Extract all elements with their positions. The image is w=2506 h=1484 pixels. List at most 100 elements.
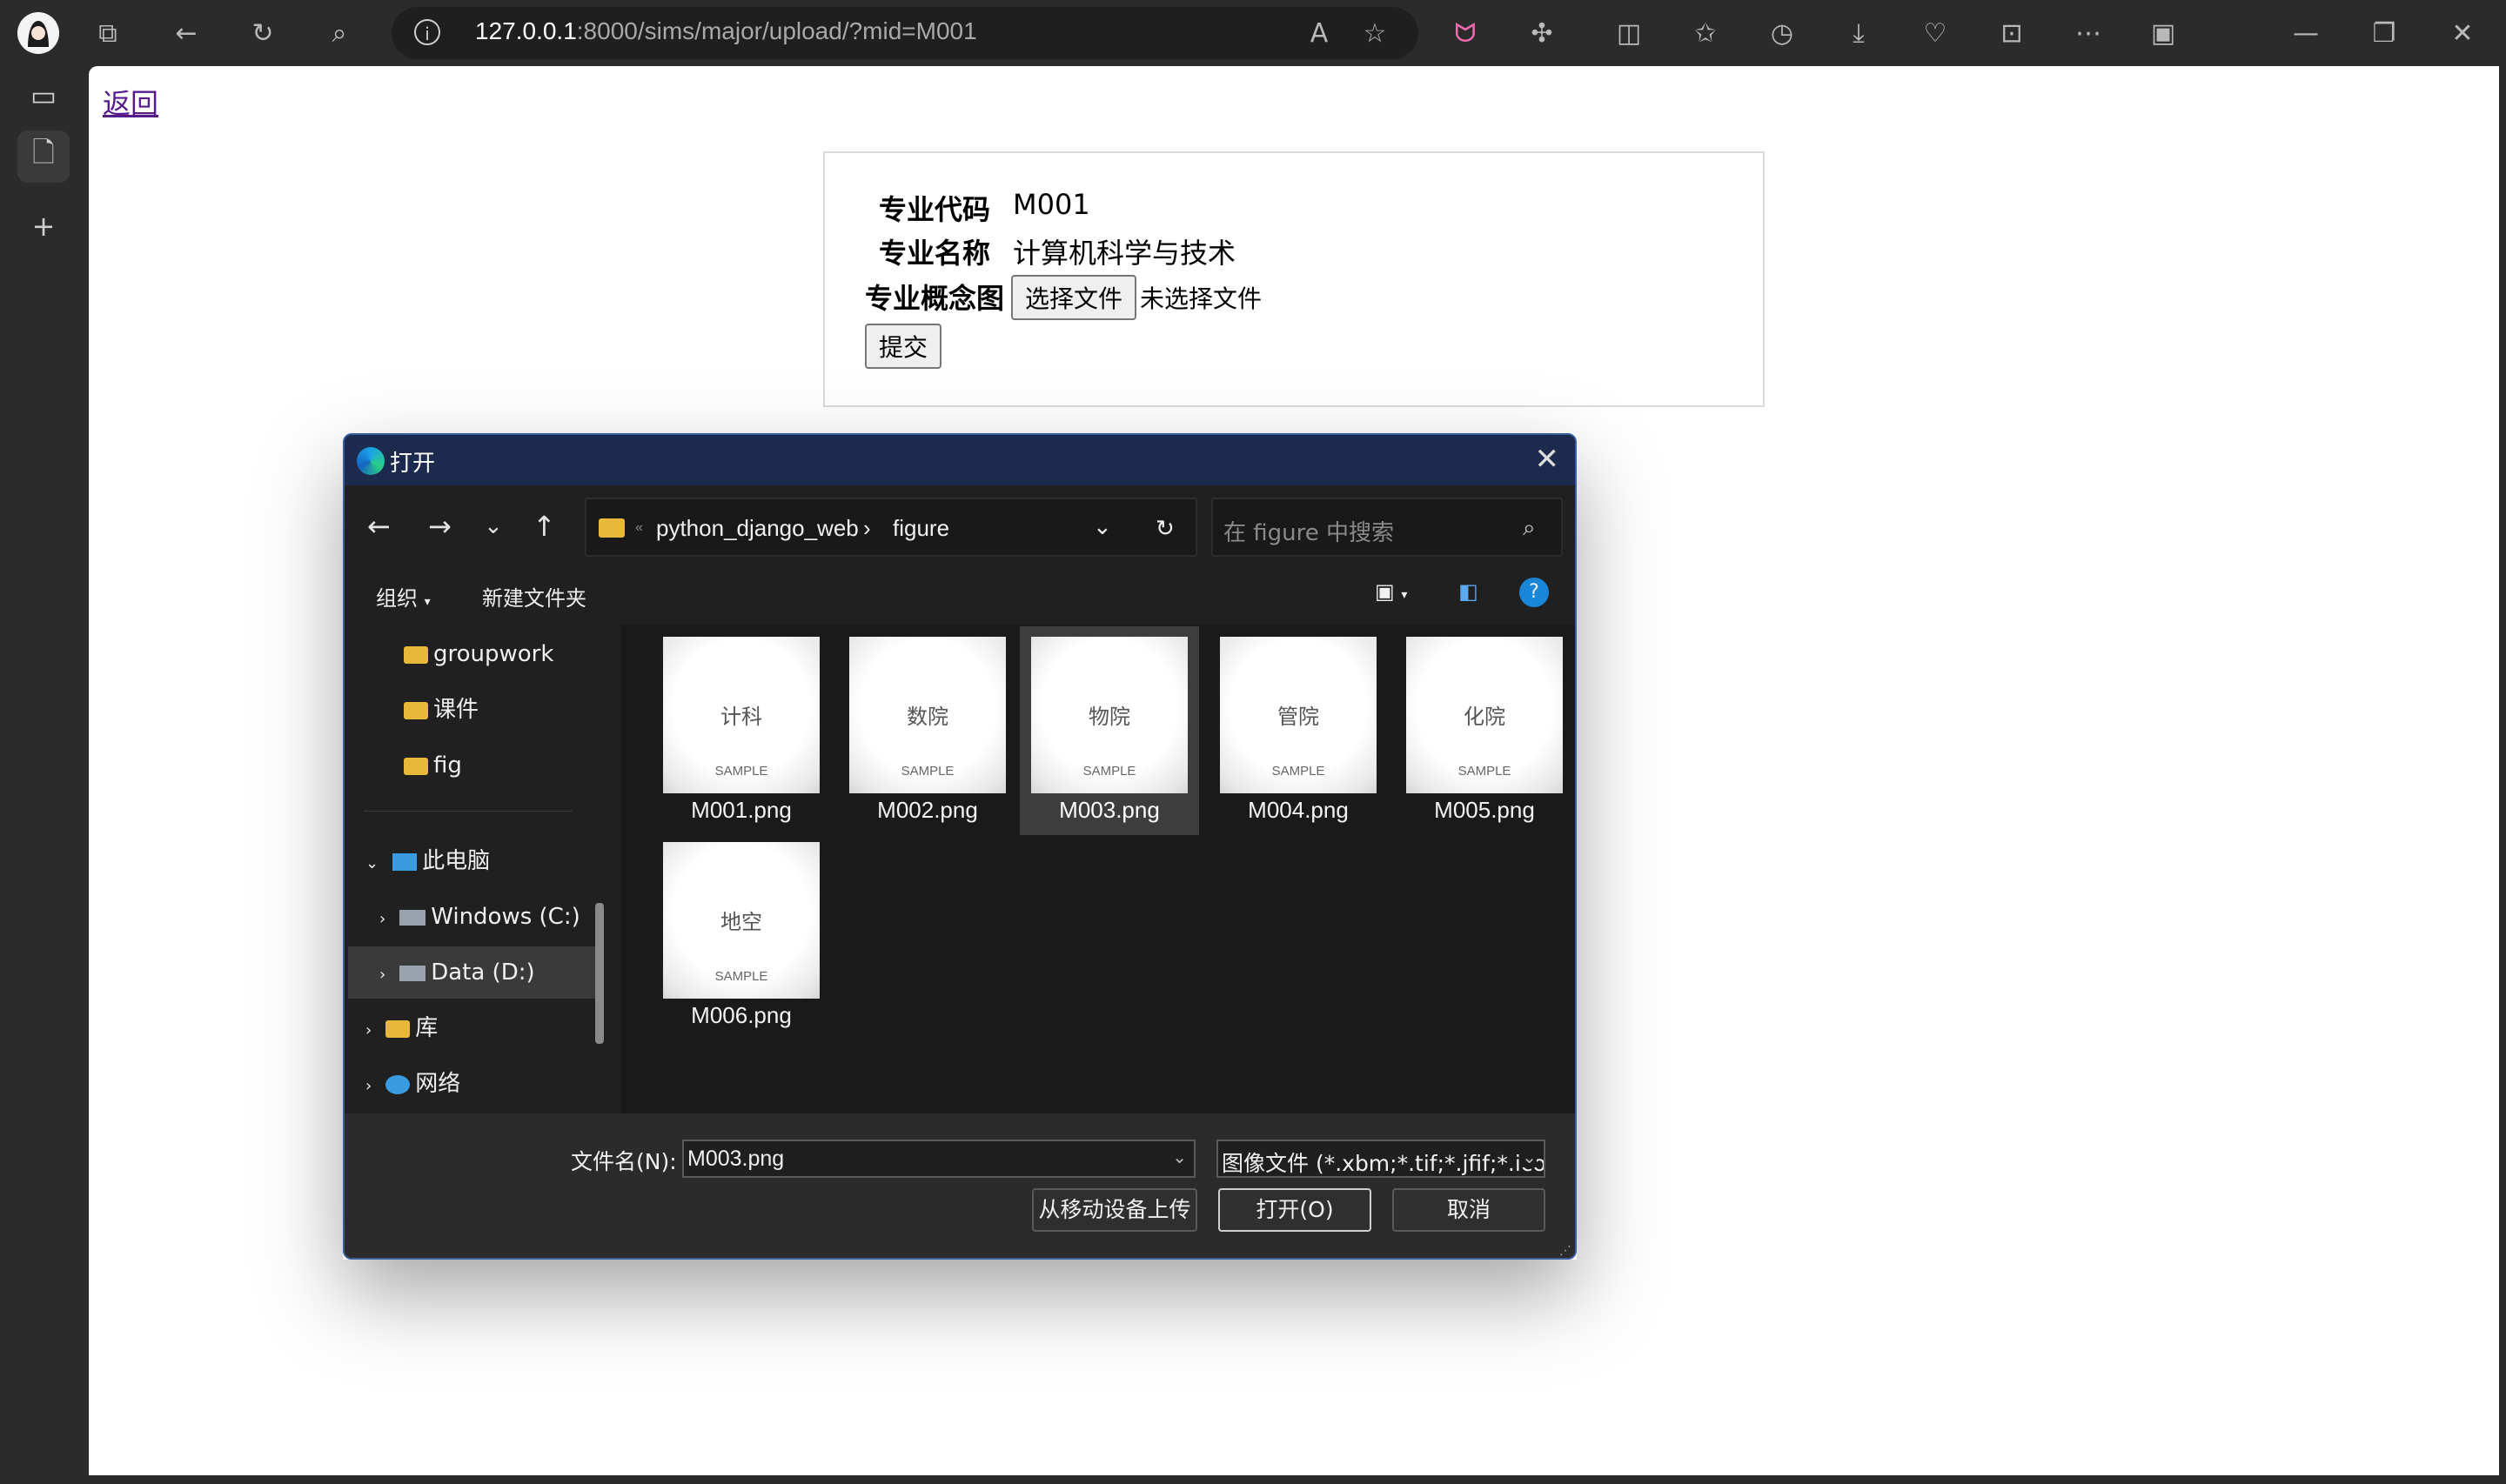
screenshot-icon[interactable]: ⊡ [1996,17,2027,49]
split-screen-icon[interactable]: ◫ [1613,17,1645,49]
path-dropdown-icon[interactable]: ⌄ [1093,513,1112,540]
extension-cat-icon[interactable]: ᗢ [1450,17,1481,49]
filename-input[interactable]: M003.png ⌄ [682,1140,1196,1178]
favorite-star-icon[interactable]: ☆ [1359,17,1390,49]
nav-this-pc[interactable]: ⌄ 此电脑 [365,835,490,887]
filetype-dropdown-icon[interactable]: ⌄ [1522,1146,1537,1167]
drive-icon [399,965,426,981]
search-icon[interactable]: ⌕ [1523,515,1536,542]
nav-scrollbar[interactable] [595,903,604,1044]
nav-back-icon[interactable]: ← [367,510,391,543]
image-row: 专业概念图 [865,277,1004,317]
extensions-icon[interactable]: ✣ [1526,17,1558,49]
nav-windows-c[interactable]: › Windows (C:) [379,891,580,943]
folder-icon [599,518,625,538]
back-icon[interactable]: ← [171,17,202,49]
favorites-icon[interactable]: ✩ [1690,17,1721,49]
browser-toolbar: ⧉ ← ↻ ⌕ i 127.0.0.1:8000/sims/major/uplo… [0,0,2506,66]
nav-forward-icon[interactable]: → [428,510,452,543]
file-thumbnail: 管院 SAMPLE [1220,637,1377,793]
file-name: M004.png [1248,797,1349,823]
filetype-select[interactable]: 图像文件 (*.xbm;*.tif;*.jfif;*.ico; ⌄ [1216,1140,1545,1178]
nav-up-icon[interactable]: ↑ [533,510,556,543]
help-icon[interactable]: ? [1519,578,1549,607]
search-icon[interactable]: ⌕ [324,17,355,49]
code-label: 专业代码 [879,193,991,226]
dialog-search-input[interactable]: 在 figure 中搜索 ⌕ [1211,498,1563,557]
file-thumbnail: 物院 SAMPLE [1031,637,1188,793]
name-row: 专业名称 [879,231,990,271]
collapse-chevron-icon[interactable]: › [365,1021,372,1039]
downloads-icon[interactable]: ⤓ [1843,17,1874,49]
organize-menu[interactable]: 组织 ▾ [376,581,431,612]
file-tile[interactable]: 管院 SAMPLE M004.png [1211,632,1385,832]
url-text[interactable]: 127.0.0.1:8000/sims/major/upload/?mid=M0… [475,17,977,45]
nav-fig[interactable]: fig [404,739,462,792]
dialog-close-icon[interactable]: ✕ [1535,442,1560,477]
dialog-titlebar: 打开 ✕ [345,435,1575,485]
restore-icon[interactable]: ❐ [2369,17,2400,49]
library-icon [385,1019,411,1038]
dialog-body: groupwork 课件 fig ⌄ 此电脑 › Windows (C:) › Dat… [345,625,1575,1113]
view-mode-icon[interactable]: ▣ ▾ [1375,579,1407,604]
name-value: 计算机科学与技术 [1013,237,1236,270]
file-tile-selected[interactable]: 物院 SAMPLE M003.png [1020,626,1199,835]
network-icon [385,1074,411,1094]
path-breadcrumb[interactable]: « python_django_web › figure ⌄ ↻ [585,498,1197,557]
file-name: M003.png [1059,797,1160,823]
navigation-pane: groupwork 课件 fig ⌄ 此电脑 › Windows (C:) › Dat… [345,625,621,1113]
back-link[interactable]: 返回 [103,82,158,122]
tab-actions-icon[interactable]: ▭ [17,70,70,122]
history-icon[interactable]: ◷ [1766,17,1798,49]
minimize-icon[interactable]: — [2290,17,2322,49]
refresh-icon[interactable]: ↻ [247,17,278,49]
name-label: 专业名称 [879,237,991,270]
recent-locations-icon[interactable]: ⌄ [484,513,503,539]
path-overflow[interactable]: « [635,520,643,536]
read-aloud-icon[interactable]: A [1303,17,1335,49]
path-python-django-web[interactable]: python_django_web [656,515,859,542]
collapse-chevron-icon[interactable]: › [365,1077,372,1095]
submit-button[interactable]: 提交 [865,324,942,369]
open-button[interactable]: 打开(O) [1218,1188,1371,1232]
image-label: 专业概念图 [865,282,1005,315]
preview-pane-icon[interactable]: ◧ [1458,579,1478,604]
filename-dropdown-icon[interactable]: ⌄ [1172,1146,1187,1168]
active-tab-icon[interactable]: 🗋 [17,130,70,183]
workspaces-icon[interactable]: ⧉ [92,17,124,49]
site-info-icon[interactable]: i [414,19,440,45]
file-thumbnail: 地空 SAMPLE [663,842,820,999]
nav-courseware[interactable]: 课件 [404,684,479,736]
address-bar[interactable]: i 127.0.0.1:8000/sims/major/upload/?mid=… [392,7,1418,59]
path-figure[interactable]: figure [893,515,949,542]
nav-library[interactable]: › 库 [365,1002,438,1054]
upload-from-mobile-button[interactable]: 从移动设备上传 [1032,1188,1197,1232]
new-folder-button[interactable]: 新建文件夹 [482,581,586,612]
expand-chevron-icon[interactable]: ⌄ [365,854,379,872]
nav-network[interactable]: › 网络 [365,1058,460,1110]
performance-icon[interactable]: ♡ [1920,17,1951,49]
profile-avatar[interactable] [17,12,59,54]
code-row: 专业代码 [879,188,990,228]
file-tile[interactable]: 数院 SAMPLE M002.png [841,632,1015,832]
more-menu-icon[interactable]: ⋯ [2073,17,2104,49]
file-thumbnail: 计科 SAMPLE [663,637,820,793]
collapse-chevron-icon[interactable]: › [379,966,385,984]
sidebar-toggle-icon[interactable]: ▣ [2148,17,2179,49]
file-tile[interactable]: 地空 SAMPLE M006.png [654,837,828,1037]
upload-form: 专业代码 M001 专业名称 计算机科学与技术 专业概念图 选择文件 未选择文件… [823,151,1765,407]
resize-grip-icon[interactable]: ⋰ [1559,1244,1571,1258]
nav-groupwork[interactable]: groupwork [404,628,553,680]
cancel-button[interactable]: 取消 [1392,1188,1545,1232]
collapse-chevron-icon[interactable]: › [379,910,385,928]
dialog-title: 打开 [390,451,436,477]
close-window-icon[interactable]: ✕ [2447,17,2478,49]
edge-logo-icon [357,447,385,475]
file-tile[interactable]: 计科 SAMPLE M001.png [654,632,828,832]
file-tile[interactable]: 化院 SAMPLE M005.png [1397,632,1571,832]
choose-file-button[interactable]: 选择文件 [1011,275,1137,320]
path-refresh-icon[interactable]: ↻ [1156,515,1175,542]
new-tab-icon[interactable]: + [17,200,70,252]
nav-data-d[interactable]: › Data (D:) [348,946,600,999]
nav-divider [364,811,573,812]
